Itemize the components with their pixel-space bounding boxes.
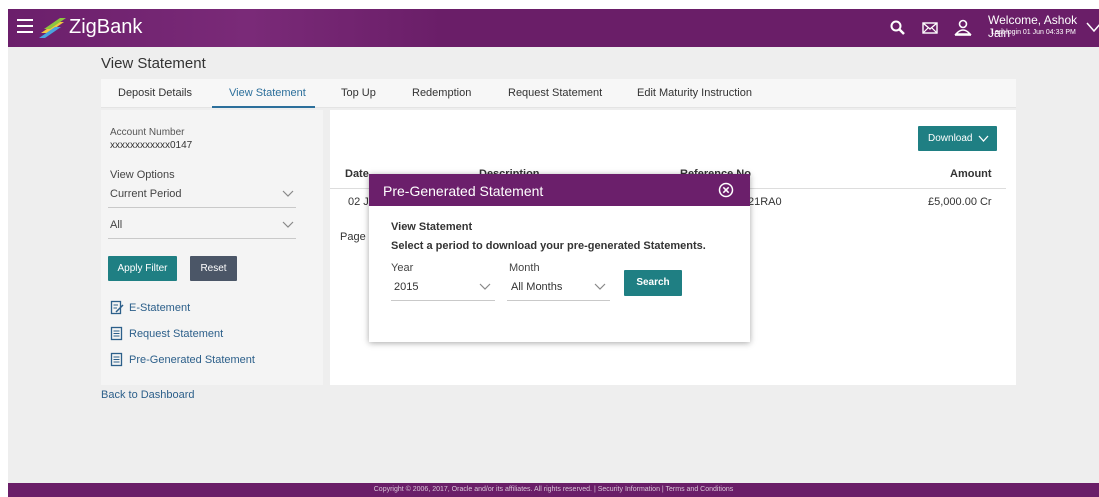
tab-deposit-details[interactable]: Deposit Details: [118, 87, 192, 99]
zigbank-logo-icon: [39, 18, 66, 38]
e-statement-icon: [110, 300, 124, 315]
month-select[interactable]: All Months: [511, 281, 562, 293]
tab-top-up[interactable]: Top Up: [341, 87, 376, 99]
account-number-label: Account Number: [110, 127, 185, 138]
chevron-down-icon[interactable]: [282, 190, 294, 198]
column-header-amount: Amount: [950, 168, 992, 180]
welcome-text[interactable]: Welcome, Ashok Jain: [988, 14, 1099, 40]
chevron-down-icon[interactable]: [1086, 21, 1099, 33]
search-icon[interactable]: [888, 18, 908, 38]
modal-title: Pre-Generated Statement: [383, 183, 544, 199]
search-button[interactable]: Search: [624, 270, 682, 296]
close-icon[interactable]: [718, 182, 734, 198]
chevron-down-icon[interactable]: [479, 283, 491, 291]
pre-generated-statement-modal: Pre-Generated Statement View Statement S…: [369, 174, 750, 342]
row-date: 02 J: [348, 196, 369, 208]
menu-icon[interactable]: [17, 19, 33, 33]
brand-name[interactable]: ZigBank: [69, 16, 142, 39]
footer: Copyright © 2006, 2017, Oracle and/or it…: [8, 483, 1099, 497]
footer-text: Copyright © 2006, 2017, Oracle and/or it…: [373, 486, 734, 493]
request-statement-label[interactable]: Request Statement: [129, 328, 223, 340]
download-label: Download: [928, 133, 973, 144]
row-amount: £5,000.00 Cr: [928, 196, 992, 208]
document-icon: [110, 352, 123, 367]
type-select-underline: [108, 238, 296, 239]
period-select[interactable]: Current Period: [110, 188, 182, 200]
period-select-underline: [108, 207, 296, 208]
apply-filter-button[interactable]: Apply Filter: [108, 256, 177, 281]
download-button[interactable]: Download: [918, 126, 997, 151]
tab-redemption[interactable]: Redemption: [412, 87, 471, 99]
pagination-label: Page: [340, 231, 366, 243]
mail-icon[interactable]: [920, 18, 940, 38]
last-login-text: Last login 01 Jun 04:33 PM: [991, 29, 1076, 36]
view-options-label: View Options: [110, 169, 175, 181]
tab-view-statement[interactable]: View Statement: [229, 87, 306, 99]
chevron-down-icon[interactable]: [594, 283, 606, 291]
user-icon[interactable]: [953, 18, 973, 38]
e-statement-label[interactable]: E-Statement: [129, 302, 190, 314]
modal-subtitle: View Statement: [391, 221, 473, 233]
year-select[interactable]: 2015: [394, 281, 418, 293]
type-select[interactable]: All: [110, 219, 122, 231]
document-icon: [110, 326, 123, 341]
row-reference: 21RA0: [748, 196, 782, 208]
modal-header: Pre-Generated Statement: [369, 174, 750, 206]
year-select-underline: [391, 300, 495, 301]
chevron-down-icon: [978, 135, 989, 142]
active-tab-indicator: [212, 106, 315, 108]
modal-description: Select a period to download your pre-gen…: [391, 240, 706, 252]
reset-button[interactable]: Reset: [190, 256, 237, 281]
page-title: View Statement: [101, 55, 206, 72]
top-header: ZigBank Welcome, Ashok Jain Last login 0…: [8, 9, 1099, 47]
filter-panel: [101, 110, 323, 385]
month-select-underline: [507, 300, 610, 301]
chevron-down-icon[interactable]: [282, 221, 294, 229]
tab-edit-maturity-instruction[interactable]: Edit Maturity Instruction: [637, 87, 752, 99]
tab-request-statement[interactable]: Request Statement: [508, 87, 602, 99]
back-to-dashboard-link[interactable]: Back to Dashboard: [101, 389, 195, 401]
month-label: Month: [509, 262, 540, 274]
pre-generated-statement-label[interactable]: Pre-Generated Statement: [129, 354, 255, 366]
account-number-value: xxxxxxxxxxxx0147: [110, 140, 193, 151]
year-label: Year: [391, 262, 414, 274]
tab-bar: Deposit Details View Statement Top Up Re…: [101, 79, 1016, 108]
column-header-date: Date: [345, 168, 369, 180]
